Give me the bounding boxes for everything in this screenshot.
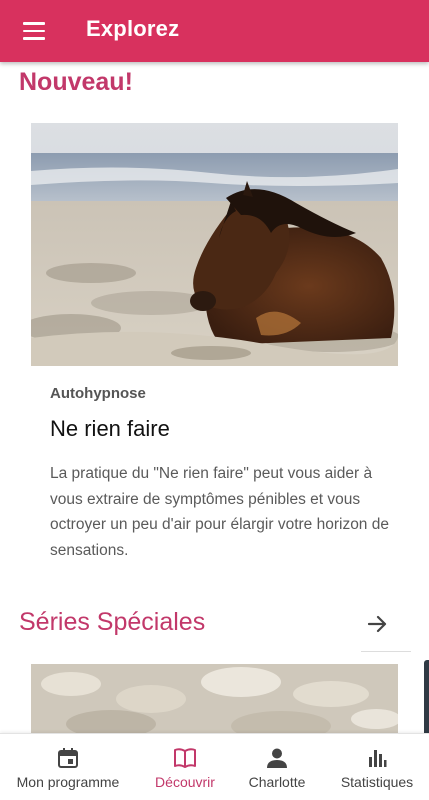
- nav-item-mon-programme[interactable]: Mon programme: [8, 734, 128, 800]
- bottom-nav: Mon programme Découvrir Charlotte Statis…: [0, 733, 429, 800]
- card-title: Ne rien faire: [50, 416, 170, 441]
- menu-icon[interactable]: [14, 13, 54, 49]
- new-section-title: Nouveau!: [19, 68, 133, 96]
- calendar-icon: [57, 745, 79, 771]
- content-scroll[interactable]: Nouveau! Autohypnose Ne rien faire La pr…: [0, 62, 429, 733]
- featured-card[interactable]: Autohypnose Ne rien faire La pratique du…: [31, 123, 398, 623]
- nav-label: Découvrir: [155, 774, 215, 790]
- page-title: Explorez: [86, 16, 180, 41]
- arrow-right-icon: [367, 615, 387, 633]
- nav-item-charlotte[interactable]: Charlotte: [238, 734, 316, 800]
- card-category: Autohypnose: [50, 385, 146, 402]
- nav-label: Statistiques: [340, 774, 414, 790]
- app-bar: Explorez: [0, 0, 429, 62]
- bar-chart-icon: [366, 745, 388, 771]
- person-icon: [266, 745, 288, 771]
- nav-item-statistiques[interactable]: Statistiques: [332, 734, 422, 800]
- series-more-button[interactable]: [361, 606, 411, 652]
- scroll-indicator: [424, 660, 429, 733]
- series-section-title: Séries Spéciales: [19, 608, 206, 636]
- nav-item-decouvrir[interactable]: Découvrir: [146, 734, 224, 800]
- card-image: [31, 123, 398, 366]
- book-icon: [173, 745, 197, 771]
- series-card-image[interactable]: [31, 664, 398, 733]
- card-description: La pratique du "Ne rien faire" peut vous…: [50, 465, 389, 559]
- nav-label: Charlotte: [248, 774, 306, 790]
- nav-label: Mon programme: [16, 774, 120, 790]
